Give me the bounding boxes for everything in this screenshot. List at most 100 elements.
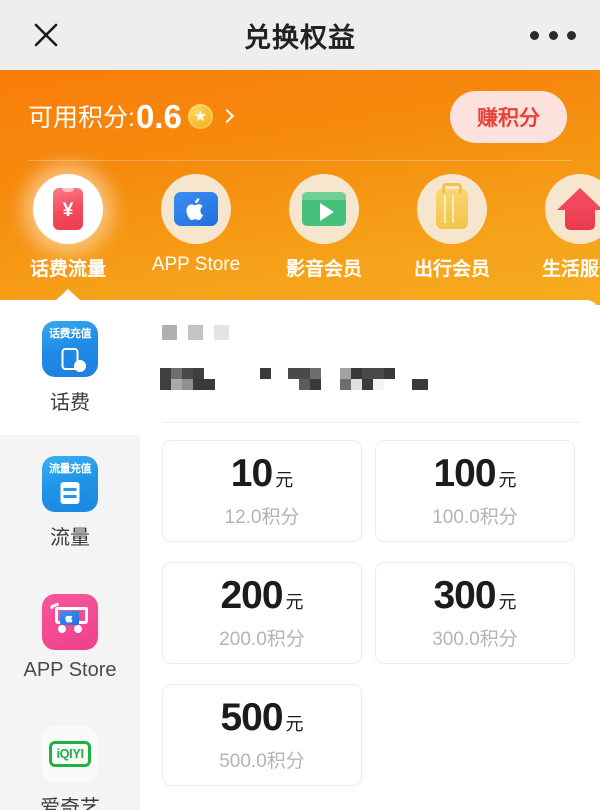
redacted-block xyxy=(193,368,204,379)
redacted-tag-row xyxy=(162,325,229,340)
star-coin-icon: ★ xyxy=(187,103,213,129)
category-tab-label: APP Store xyxy=(151,254,241,275)
more-dots-icon[interactable] xyxy=(530,24,576,46)
category-tab-life-service[interactable]: 生活服务 xyxy=(516,174,600,281)
phone-yen-icon: ¥ xyxy=(53,188,83,230)
points-balance[interactable]: 可用积分: 0.6 ★ xyxy=(28,92,234,140)
redacted-block xyxy=(288,368,310,379)
category-tab-label: 影音会员 xyxy=(285,259,362,280)
redacted-block xyxy=(182,368,193,379)
sidebar-item-label: 爱奇艺 xyxy=(40,796,100,810)
phone-recharge-icon-tag: 话费充值 xyxy=(49,327,92,340)
category-icon-circle: ¥ xyxy=(33,174,103,244)
redacted-block xyxy=(214,325,229,340)
category-tab-phone-data[interactable]: ¥ 话费流量 xyxy=(4,174,132,281)
category-tabs: ¥ 话费流量 APP Store 影音会员 出行会员 生活服 xyxy=(0,174,600,299)
earn-points-button[interactable]: 赚积分 xyxy=(450,91,567,143)
redacted-block xyxy=(340,379,351,390)
denomination-points: 100.0积分 xyxy=(432,506,518,528)
category-tab-label: 出行会员 xyxy=(413,259,490,280)
points-value: 0.6 xyxy=(135,97,182,135)
sidebar-item-data[interactable]: 流量充值 流量 xyxy=(0,435,140,570)
denomination-points: 300.0积分 xyxy=(432,628,518,650)
category-icon-circle xyxy=(545,174,600,244)
app-store-cart-icon xyxy=(42,593,98,650)
denomination-card[interactable]: 300 元 300.0积分 xyxy=(375,562,575,664)
denomination-value: 200 xyxy=(220,573,283,617)
redacted-block xyxy=(193,379,215,390)
redacted-block xyxy=(310,368,321,379)
points-label: 可用积分: xyxy=(28,104,135,132)
redacted-block xyxy=(162,325,177,340)
redacted-block xyxy=(260,368,271,379)
redacted-block xyxy=(340,368,351,379)
content-panel: 话费充值 话费 流量充值 流量 APP Store iQIYI 爱奇艺 10 元… xyxy=(0,289,600,810)
denomination-unit: 元 xyxy=(275,469,294,490)
denomination-amount: 500 元 xyxy=(220,698,303,737)
category-icon-circle xyxy=(417,174,487,244)
sidebar: 话费充值 话费 流量充值 流量 APP Store iQIYI 爱奇艺 xyxy=(0,300,140,810)
apple-icon xyxy=(174,192,218,226)
sidebar-item-app-store[interactable]: APP Store xyxy=(0,570,140,705)
denomination-amount: 200 元 xyxy=(220,576,303,615)
content-divider xyxy=(162,422,580,423)
redacted-block xyxy=(310,379,321,390)
redacted-block xyxy=(412,379,428,390)
phone-recharge-icon: 话费充值 xyxy=(42,320,98,377)
category-tab-travel-member[interactable]: 出行会员 xyxy=(388,174,516,281)
sidebar-item-iqiyi[interactable]: iQIYI 爱奇艺 xyxy=(0,705,140,810)
denomination-value: 500 xyxy=(220,695,283,739)
redacted-block xyxy=(351,379,362,390)
banner-divider xyxy=(28,160,572,161)
redacted-block xyxy=(160,379,171,390)
denomination-card[interactable]: 200 元 200.0积分 xyxy=(162,562,362,664)
denomination-unit: 元 xyxy=(498,591,517,612)
denomination-amount: 300 元 xyxy=(433,576,516,615)
category-icon-circle xyxy=(161,174,231,244)
denomination-card[interactable]: 500 元 500.0积分 xyxy=(162,684,362,786)
redacted-block xyxy=(351,368,362,379)
denomination-card[interactable]: 10 元 12.0积分 xyxy=(162,440,362,542)
denomination-unit: 元 xyxy=(498,469,517,490)
data-recharge-icon-tag: 流量充值 xyxy=(49,462,92,475)
redacted-title-row xyxy=(160,368,490,408)
category-tab-video-member[interactable]: 影音会员 xyxy=(260,174,388,281)
sidebar-item-label: 话费 xyxy=(50,391,90,414)
data-recharge-icon: 流量充值 xyxy=(42,455,98,512)
denomination-amount: 10 元 xyxy=(231,454,293,493)
redacted-block xyxy=(171,379,182,390)
denomination-unit: 元 xyxy=(285,713,304,734)
denomination-content: 10 元 12.0积分 100 元 100.0积分 200 元 200.0积分 300 元 300.0… xyxy=(140,300,600,810)
denomination-points: 200.0积分 xyxy=(219,628,305,650)
denomination-card[interactable]: 100 元 100.0积分 xyxy=(375,440,575,542)
points-banner: 可用积分: 0.6 ★ 赚积分 ¥ 话费流量 APP Store 影音会员 出行… xyxy=(0,70,600,305)
denomination-points: 12.0积分 xyxy=(224,506,300,528)
denomination-unit: 元 xyxy=(285,591,304,612)
suitcase-icon xyxy=(436,189,468,229)
redacted-block xyxy=(362,379,373,390)
exchange-rewards-screen: 兑换权益 可用积分: 0.6 ★ 赚积分 ¥ 话费流量 APP Store 影音… xyxy=(0,0,600,810)
denomination-points: 500.0积分 xyxy=(219,750,305,772)
denomination-value: 100 xyxy=(433,451,496,495)
category-tab-app-store[interactable]: APP Store xyxy=(132,174,260,276)
video-play-icon xyxy=(302,192,346,226)
navbar: 兑换权益 xyxy=(0,0,600,70)
redacted-block xyxy=(188,325,203,340)
iqiyi-icon: iQIYI xyxy=(42,725,98,782)
redacted-block xyxy=(299,379,310,390)
redacted-block xyxy=(171,368,182,379)
page-title: 兑换权益 xyxy=(244,22,356,53)
category-tab-label: 话费流量 xyxy=(29,259,106,280)
redacted-block xyxy=(384,368,395,379)
category-tab-label: 生活服务 xyxy=(541,259,600,280)
denomination-value: 300 xyxy=(433,573,496,617)
house-icon xyxy=(557,188,600,230)
sidebar-item-phone[interactable]: 话费充值 话费 xyxy=(0,300,140,435)
denomination-value: 10 xyxy=(230,451,273,495)
redacted-block xyxy=(182,379,193,390)
redacted-block xyxy=(373,379,384,390)
sidebar-item-label: APP Store xyxy=(23,658,117,681)
redacted-block xyxy=(362,368,384,379)
sidebar-item-label: 流量 xyxy=(50,526,90,549)
chevron-right-icon xyxy=(219,108,234,124)
